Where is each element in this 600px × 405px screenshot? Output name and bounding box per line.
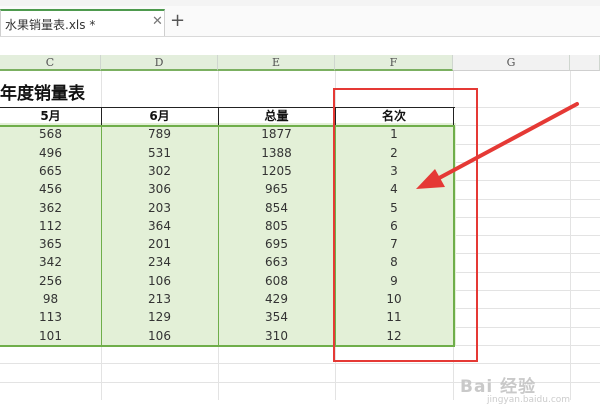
spreadsheet-grid[interactable]: C D E F G 年度销量表 5月 6月 总量 名次 568 789 1877 1 496 53… [0, 37, 600, 405]
document-tab-bar: 水果销量表.xls * ✕ + [0, 6, 600, 37]
annotation-arrow [416, 102, 579, 189]
baidu-watermark-url: jingyan.baidu.com [487, 395, 571, 405]
close-icon[interactable]: ✕ [152, 14, 163, 29]
document-tab-title: 水果销量表.xls * [5, 18, 96, 32]
baidu-watermark: Bai 经验 [460, 377, 537, 397]
document-tab[interactable]: 水果销量表.xls * ✕ [0, 9, 165, 36]
new-tab-icon[interactable]: + [170, 10, 185, 31]
